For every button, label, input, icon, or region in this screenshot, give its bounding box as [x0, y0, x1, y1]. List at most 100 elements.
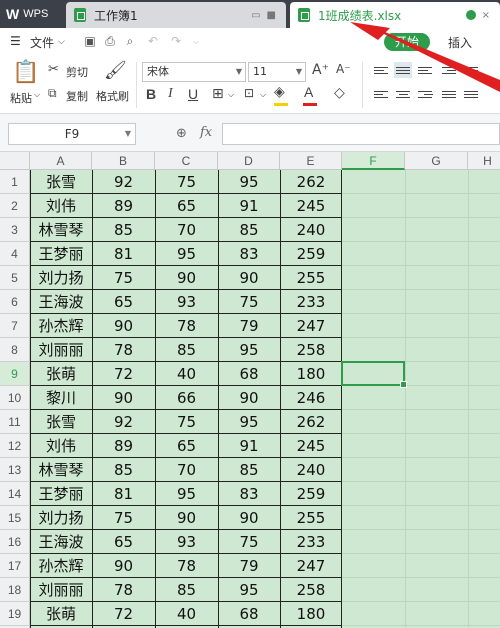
row-header[interactable]: 16 [0, 530, 30, 554]
cell-score[interactable]: 40 [155, 602, 218, 626]
cell-score[interactable]: 91 [218, 194, 280, 218]
cell-score[interactable]: 180 [280, 602, 342, 626]
save-icon[interactable]: ▣ [82, 34, 98, 49]
cell-student-name[interactable]: 王海波 [30, 290, 92, 314]
cell-student-name[interactable]: 王海波 [30, 530, 92, 554]
cell-student-name[interactable]: 刘丽丽 [30, 338, 92, 362]
cell-score[interactable]: 93 [155, 290, 218, 314]
cell-score[interactable]: 81 [92, 242, 155, 266]
cell-score[interactable]: 258 [280, 578, 342, 602]
close-tab-icon[interactable]: ■ [267, 10, 276, 21]
cell-student-name[interactable]: 张雪 [30, 410, 92, 434]
cell-score[interactable]: 95 [218, 410, 280, 434]
cell-score[interactable]: 240 [280, 218, 342, 242]
chevron-down-icon[interactable]: ⌵ [34, 90, 40, 100]
cell-score[interactable]: 240 [280, 458, 342, 482]
cell-score[interactable]: 91 [218, 434, 280, 458]
distributed-align-icon[interactable] [462, 86, 480, 102]
font-name-select[interactable]: 宋体 ▼ [142, 62, 246, 82]
column-header-f[interactable]: F [342, 152, 405, 170]
undo-icon[interactable]: ↶ [145, 34, 161, 49]
cell-score[interactable]: 90 [218, 266, 280, 290]
align-right-icon[interactable] [416, 86, 434, 102]
cell-score[interactable]: 72 [92, 602, 155, 626]
scissors-icon[interactable]: ✂ [48, 62, 59, 77]
cell-student-name[interactable]: 张萌 [30, 602, 92, 626]
cell-student-name[interactable]: 孙杰辉 [30, 554, 92, 578]
cell-score[interactable]: 95 [155, 482, 218, 506]
cell-score[interactable]: 75 [92, 506, 155, 530]
row-header[interactable]: 2 [0, 194, 30, 218]
copy-icon[interactable]: ⧉ [48, 86, 57, 101]
cell-score[interactable]: 247 [280, 314, 342, 338]
cell-score[interactable]: 78 [92, 338, 155, 362]
row-header[interactable]: 3 [0, 218, 30, 242]
formula-input[interactable] [222, 123, 500, 145]
tab-workbook1[interactable]: 工作簿1 ▭ ■ [66, 2, 286, 28]
cell-score[interactable]: 89 [92, 434, 155, 458]
decrease-font-icon[interactable]: A⁻ [336, 62, 351, 76]
align-left-icon[interactable] [372, 86, 390, 102]
chevron-down-icon[interactable]: ⌵ [260, 90, 266, 100]
cell-score[interactable]: 65 [155, 194, 218, 218]
italic-icon[interactable]: I [168, 86, 173, 102]
redo-icon[interactable]: ↷ [168, 34, 184, 49]
fill-color-icon[interactable]: ◈ [274, 84, 285, 100]
cell-score[interactable]: 85 [155, 338, 218, 362]
cell-score[interactable]: 85 [218, 218, 280, 242]
cell-student-name[interactable]: 刘伟 [30, 194, 92, 218]
cell-score[interactable]: 95 [155, 242, 218, 266]
cell-score[interactable]: 90 [218, 386, 280, 410]
align-center-icon[interactable] [394, 86, 412, 102]
cell-student-name[interactable]: 王梦丽 [30, 482, 92, 506]
font-size-select[interactable]: 11 ▼ [248, 62, 306, 82]
copy-button[interactable]: 复制 [66, 88, 88, 104]
print-icon[interactable]: ⎙ [102, 34, 118, 49]
monitor-icon[interactable]: ▭ [251, 10, 260, 21]
cell-score[interactable]: 68 [218, 602, 280, 626]
row-header[interactable]: 4 [0, 242, 30, 266]
cell-score[interactable]: 85 [218, 458, 280, 482]
cell-score[interactable]: 79 [218, 314, 280, 338]
justify-icon[interactable] [440, 86, 458, 102]
cell-score[interactable]: 246 [280, 386, 342, 410]
cell-score[interactable]: 75 [155, 410, 218, 434]
cell-student-name[interactable]: 林雪琴 [30, 218, 92, 242]
row-header[interactable]: 8 [0, 338, 30, 362]
row-header[interactable]: 9 [0, 362, 30, 386]
cell-score[interactable]: 90 [92, 314, 155, 338]
cell-score[interactable]: 92 [92, 410, 155, 434]
format-painter-button[interactable]: 格式刷 [96, 88, 129, 104]
cell-score[interactable]: 95 [218, 578, 280, 602]
cell-score[interactable]: 75 [92, 266, 155, 290]
cell-score[interactable]: 258 [280, 338, 342, 362]
increase-font-icon[interactable]: A⁺ [312, 62, 329, 78]
cell-score[interactable]: 85 [92, 218, 155, 242]
row-header[interactable]: 18 [0, 578, 30, 602]
format-painter-icon[interactable]: 🖌 [104, 60, 127, 81]
close-tab-icon[interactable]: × [482, 10, 490, 21]
chevron-down-icon[interactable]: ⌵ [188, 34, 204, 49]
cell-score[interactable]: 255 [280, 506, 342, 530]
cell-score[interactable]: 75 [155, 170, 218, 194]
cell-score[interactable]: 75 [218, 530, 280, 554]
column-header-b[interactable]: B [92, 152, 155, 170]
column-header-h[interactable]: H [468, 152, 500, 170]
cell-score[interactable]: 70 [155, 218, 218, 242]
row-header[interactable]: 10 [0, 386, 30, 410]
cell-score[interactable]: 89 [92, 194, 155, 218]
indent-decrease-icon[interactable] [440, 62, 458, 78]
insert-function-button[interactable]: fx [200, 125, 212, 140]
column-header-e[interactable]: E [280, 152, 342, 170]
active-cell-selection[interactable] [341, 361, 407, 388]
zoom-search-icon[interactable]: ⊕ [176, 126, 187, 141]
cell-score[interactable]: 40 [155, 362, 218, 386]
cell-score[interactable]: 255 [280, 266, 342, 290]
column-header-d[interactable]: D [218, 152, 280, 170]
cell-score[interactable]: 65 [92, 290, 155, 314]
cell-score[interactable]: 245 [280, 434, 342, 458]
cell-score[interactable]: 81 [92, 482, 155, 506]
row-header[interactable]: 5 [0, 266, 30, 290]
row-header[interactable]: 6 [0, 290, 30, 314]
tab-class1-grades[interactable]: 1班成绩表.xlsx × [290, 2, 500, 28]
